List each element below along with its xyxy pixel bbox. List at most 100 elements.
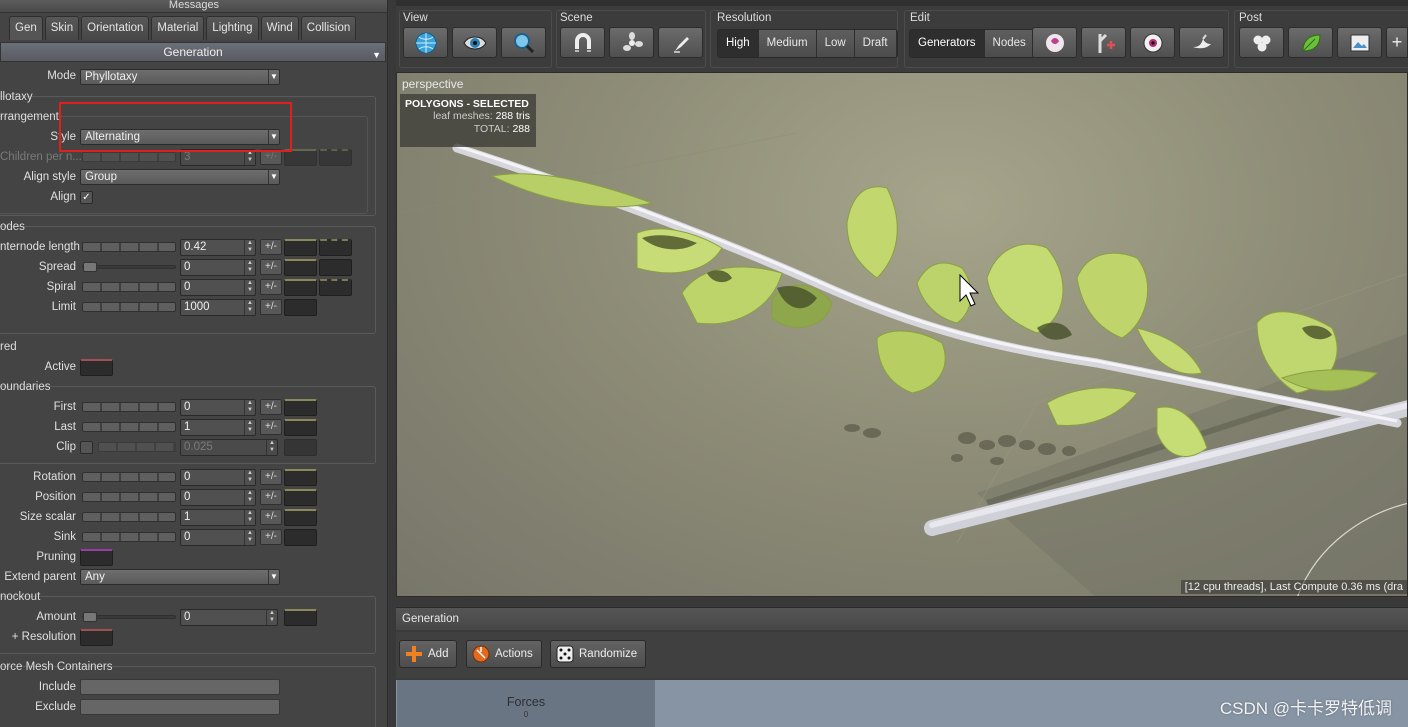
clip-curve[interactable] [284,439,317,456]
more-post-button[interactable]: + [1386,27,1408,58]
spinner-icon[interactable]: ▲ ▼ [244,150,255,165]
extend-parent-dropdown[interactable]: Any ▼ [80,569,280,585]
node-graph-area[interactable]: Forces 0 CSDN @卡卡罗特低调 [396,680,1408,727]
spiral-field[interactable]: 0 ▲ ▼ [180,279,256,296]
spiral-pm-button[interactable]: +/- [260,279,282,295]
tab-wind[interactable]: Wind [260,16,299,40]
sink-field[interactable]: 0 ▲ ▼ [180,529,256,546]
spinner-icon[interactable]: ▲ ▼ [244,420,255,435]
clip-checkbox[interactable] [80,441,93,454]
spinner-icon[interactable]: ▲ ▼ [244,490,255,505]
amount-slider[interactable] [82,612,176,622]
pruning-toggle[interactable] [80,549,113,566]
spotlight-button[interactable] [658,27,703,58]
spinner-icon[interactable]: ▲ ▼ [244,300,255,315]
resolution-low[interactable]: Low [816,30,855,57]
visibility-button[interactable] [1130,27,1175,58]
resolution-toggle[interactable] [80,629,113,646]
tab-lighting[interactable]: Lighting [206,16,259,40]
first-field[interactable]: 0 ▲ ▼ [180,399,256,416]
spinner-icon[interactable]: ▲ ▼ [266,440,277,455]
spinner-icon[interactable]: ▲ ▼ [244,280,255,295]
internode-length-curve[interactable] [284,239,317,256]
size-scalar-field[interactable]: 1 ▲ ▼ [180,509,256,526]
rotation-slider[interactable] [82,472,176,482]
rotation-field[interactable]: 0 ▲ ▼ [180,469,256,486]
bird-button[interactable] [1179,27,1224,58]
tab-skin[interactable]: Skin [44,16,80,40]
spinner-icon[interactable]: ▲ ▼ [244,530,255,545]
slider-knob[interactable] [83,262,97,272]
last-curve[interactable] [284,419,317,436]
resolution-medium[interactable]: Medium [758,30,817,57]
include-field[interactable] [80,679,280,695]
tab-orientation[interactable]: Orientation [81,16,150,40]
forces-node[interactable]: Forces 0 [397,680,655,727]
slider-knob[interactable] [83,612,97,622]
add-button[interactable]: Add [399,640,458,668]
internode-length-slider[interactable] [82,242,176,252]
last-pm-button[interactable]: +/- [260,419,282,435]
spinner-icon[interactable]: ▲ ▼ [244,510,255,525]
spinner-icon[interactable]: ▲ ▼ [266,610,277,625]
align-checkbox[interactable]: ✓ [80,191,93,204]
limit-field[interactable]: 1000 ▲ ▼ [180,299,256,316]
internode-length-variance[interactable] [319,239,352,256]
spiral-slider[interactable] [82,282,176,292]
rotation-pm-button[interactable]: +/- [260,469,282,485]
limit-curve[interactable] [284,299,317,316]
edit-nodes[interactable]: Nodes [984,30,1035,57]
spread-variance[interactable] [319,259,352,276]
spinner-icon[interactable]: ▲ ▼ [244,470,255,485]
limit-pm-button[interactable]: +/- [260,299,282,315]
position-slider[interactable] [82,492,176,502]
globe-view-button[interactable] [403,27,448,58]
generation-section-header[interactable]: Generation ▼ [0,42,386,62]
paint-button[interactable] [1032,27,1077,58]
panel-splitter[interactable] [389,0,396,727]
children-per-variance[interactable] [319,149,352,166]
spiral-curve[interactable] [284,279,317,296]
position-curve[interactable] [284,489,317,506]
sink-slider[interactable] [82,532,176,542]
first-pm-button[interactable]: +/- [260,399,282,415]
spread-curve[interactable] [284,259,317,276]
zoom-view-button[interactable] [501,27,546,58]
panel-divider[interactable] [396,597,1408,607]
last-field[interactable]: 1 ▲ ▼ [180,419,256,436]
actions-button[interactable]: Actions [466,640,542,668]
image-export-button[interactable] [1337,27,1382,58]
collapse-arrow-icon[interactable]: ▼ [372,46,381,65]
resolution-draft[interactable]: Draft [854,30,897,57]
exclude-field[interactable] [80,699,280,715]
size-scalar-curve[interactable] [284,509,317,526]
magnet-button[interactable] [560,27,605,58]
limit-slider[interactable] [82,302,176,312]
spinner-icon[interactable]: ▲ ▼ [244,240,255,255]
randomize-button[interactable]: Randomize [550,640,647,668]
edit-generators[interactable]: Generators [910,30,985,57]
fan-button[interactable] [609,27,654,58]
sink-pm-button[interactable]: +/- [260,529,282,545]
internode-length-pm-button[interactable]: +/- [260,239,282,255]
position-field[interactable]: 0 ▲ ▼ [180,489,256,506]
spread-pm-button[interactable]: +/- [260,259,282,275]
first-curve[interactable] [284,399,317,416]
mode-dropdown[interactable]: Phyllotaxy ▼ [80,69,280,85]
spiral-variance[interactable] [319,279,352,296]
children-per-slider[interactable] [82,152,176,162]
add-node-button[interactable] [1081,27,1126,58]
last-slider[interactable] [82,422,176,432]
size-scalar-slider[interactable] [82,512,176,522]
clip-field[interactable]: 0.025 ▲ ▼ [180,439,278,456]
amount-curve[interactable] [284,609,317,626]
size-scalar-pm-button[interactable]: +/- [260,509,282,525]
tab-material[interactable]: Material [151,16,205,40]
leaf-button[interactable] [1288,27,1333,58]
3d-viewport[interactable]: perspective POLYGONS - SELECTED leaf mes… [396,72,1408,597]
spinner-icon[interactable]: ▲ ▼ [244,400,255,415]
resolution-high[interactable]: High [718,30,759,57]
position-pm-button[interactable]: +/- [260,489,282,505]
spinner-icon[interactable]: ▲ ▼ [244,260,255,275]
tab-collision[interactable]: Collision [300,16,357,40]
